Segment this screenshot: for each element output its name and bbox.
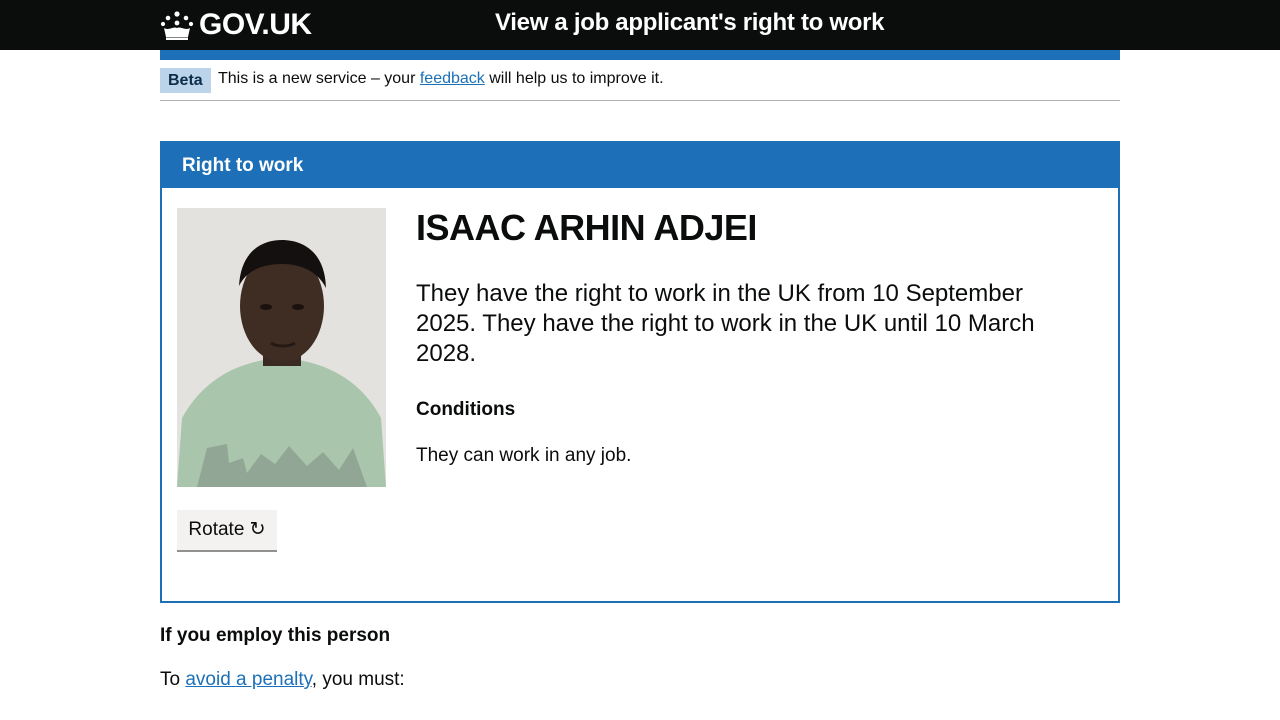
- conditions-text: They can work in any job.: [416, 445, 632, 466]
- phase-banner-text: This is a new service – your feedback wi…: [218, 70, 664, 88]
- avoid-penalty-link[interactable]: avoid a penalty: [185, 669, 311, 690]
- right-to-work-status: They have the right to work in the UK fr…: [416, 280, 1035, 367]
- penalty-text-before: To: [160, 669, 181, 690]
- applicant-photo: [177, 208, 386, 487]
- phase-text-after: will help us to improve it.: [489, 70, 664, 87]
- penalty-text-after: , you must:: [311, 669, 405, 690]
- service-name-link[interactable]: View a job applicant's right to work: [495, 9, 885, 37]
- logo-text: GOV.UK: [199, 8, 312, 41]
- beta-tag: Beta: [160, 68, 211, 93]
- rotate-button[interactable]: Rotate ↻: [177, 510, 277, 550]
- govuk-header: GOV.UK View a job applicant's right to w…: [0, 0, 1280, 50]
- crown-icon: [160, 11, 194, 40]
- govuk-logo-link[interactable]: GOV.UK: [160, 5, 312, 45]
- panel-header: Right to work: [162, 143, 1118, 188]
- penalty-paragraph: To avoid a penalty, you must:: [160, 669, 405, 691]
- conditions-heading: Conditions: [416, 399, 516, 420]
- person-name: ISAAC ARHIN ADJEI: [416, 207, 757, 248]
- employ-heading: If you employ this person: [160, 625, 391, 646]
- right-to-work-panel: Right to work Rotate ↻ ISAAC ARHIN ADJEI…: [160, 141, 1120, 603]
- phase-text-before: This is a new service – your: [218, 70, 416, 87]
- header-blue-stripe: [160, 50, 1120, 60]
- panel-title: Right to work: [182, 155, 304, 176]
- applicant-photo-image: [177, 208, 386, 487]
- feedback-link[interactable]: feedback: [420, 70, 485, 87]
- phase-banner: Beta This is a new service – your feedba…: [160, 60, 1120, 101]
